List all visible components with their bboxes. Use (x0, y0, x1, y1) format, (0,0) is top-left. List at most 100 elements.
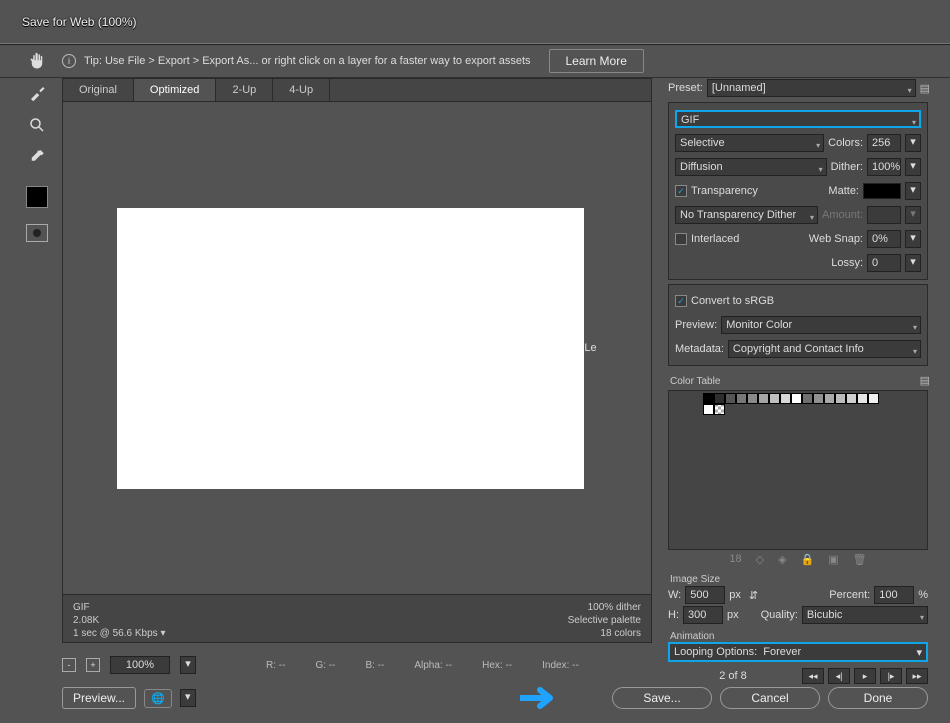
colors-label: Colors: (828, 137, 863, 149)
preset-select[interactable]: [Unnamed]▾ (707, 79, 916, 97)
looping-value: Forever (763, 646, 801, 658)
link-icon[interactable]: ⇵ (749, 589, 758, 602)
color-swatch[interactable] (780, 393, 791, 404)
play-button[interactable]: ▸ (854, 668, 876, 684)
animation-section: Animation Looping Options: Forever ▾ 2 o… (668, 629, 928, 686)
zoom-out-icon[interactable]: - (62, 658, 76, 672)
canvas-wrap[interactable]: Le (62, 102, 652, 595)
info-icon: i (62, 54, 76, 68)
color-swatch[interactable] (758, 393, 769, 404)
color-swatch[interactable] (769, 393, 780, 404)
slice-tool-icon[interactable] (26, 82, 48, 104)
color-table-menu-icon[interactable]: ▤ (920, 374, 928, 387)
color-swatch[interactable] (813, 393, 824, 404)
color-swatch[interactable] (846, 393, 857, 404)
width-input[interactable]: 500 (685, 586, 725, 604)
color-table-section: Color Table▤ 18 ◇ ◈ 🔒 ▣ 🗑 (668, 370, 928, 568)
looping-options-select[interactable]: Looping Options: Forever ▾ (668, 642, 928, 662)
save-button[interactable]: Save... (612, 687, 712, 709)
canvas-content-text: Le (584, 342, 596, 354)
learn-more-button[interactable]: Learn More (549, 49, 644, 73)
percent-unit: % (918, 589, 928, 601)
browser-dropdown[interactable]: ▾ (180, 689, 196, 707)
matte-label: Matte: (828, 185, 859, 197)
last-frame-button[interactable]: ▸▸ (906, 668, 928, 684)
color-swatch[interactable] (857, 393, 868, 404)
trash-icon[interactable]: 🗑 (853, 553, 867, 566)
info-palette: Selective palette (568, 614, 641, 627)
zoom-value[interactable]: 100% (110, 656, 170, 674)
preview-area: Original Optimized 2-Up 4-Up Le GIF 2.08… (62, 78, 652, 643)
quality-select[interactable]: Bicubic▾ (802, 606, 928, 624)
dither-algorithm-select[interactable]: Diffusion▾ (675, 158, 827, 176)
browser-preview-icon[interactable]: 🌐 (144, 689, 172, 708)
file-format-select[interactable]: GIF▾ (675, 110, 921, 128)
zoom-in-icon[interactable]: + (86, 658, 100, 672)
preview-button[interactable]: Preview... (62, 687, 136, 709)
panel-menu-icon[interactable]: ▤ (920, 82, 928, 95)
color-swatch[interactable] (802, 393, 813, 404)
metadata-select[interactable]: Copyright and Contact Info▾ (728, 340, 921, 358)
color-swatch[interactable] (835, 393, 846, 404)
interlaced-checkbox[interactable] (675, 233, 687, 245)
tab-optimized[interactable]: Optimized (134, 79, 217, 101)
lossy-stepper[interactable]: ▾ (905, 254, 921, 272)
zoom-dropdown[interactable]: ▾ (180, 656, 196, 674)
lossy-label: Lossy: (831, 257, 863, 269)
next-frame-button[interactable]: |▸ (880, 668, 902, 684)
dither-input[interactable]: 100% (867, 158, 901, 176)
color-swatch[interactable] (725, 393, 736, 404)
lossy-input[interactable]: 0 (867, 254, 901, 272)
hand-tool-icon[interactable] (26, 50, 48, 72)
slice-visibility-icon[interactable] (26, 224, 48, 242)
eyedropper-tool-icon[interactable] (26, 146, 48, 168)
transparency-dither-select[interactable]: No Transparency Dither▾ (675, 206, 818, 224)
color-table[interactable] (668, 390, 928, 550)
tab-original[interactable]: Original (63, 79, 134, 101)
transparency-checkbox[interactable] (675, 185, 687, 197)
color-swatch[interactable] (824, 393, 835, 404)
first-frame-button[interactable]: ◂◂ (802, 668, 824, 684)
lock-icon[interactable]: 🔒 (801, 553, 815, 566)
amount-input (867, 206, 901, 224)
color-reduction-select[interactable]: Selective▾ (675, 134, 824, 152)
websnap-stepper[interactable]: ▾ (905, 230, 921, 248)
colors-input[interactable]: 256 (867, 134, 901, 152)
color-swatch[interactable] (868, 393, 879, 404)
percent-input[interactable]: 100 (874, 586, 914, 604)
chevron-down-icon[interactable]: ▾ (160, 628, 165, 639)
preview-select[interactable]: Monitor Color▾ (721, 316, 921, 334)
color-swatch[interactable] (747, 393, 758, 404)
websnap-input[interactable]: 0% (867, 230, 901, 248)
color-swatch[interactable] (791, 393, 802, 404)
colors-stepper[interactable]: ▾ (905, 134, 921, 152)
color-table-label: Color Table (668, 374, 722, 387)
animation-label: Animation (668, 629, 928, 642)
settings-panel: Preset: [Unnamed]▾ ▤ GIF▾ Selective▾ Col… (668, 78, 928, 711)
color-swatch[interactable] (736, 393, 747, 404)
zoom-tool-icon[interactable] (26, 114, 48, 136)
color-swatch[interactable] (714, 393, 725, 404)
ct-icon-1[interactable]: ◇ (756, 553, 764, 566)
foreground-color-swatch[interactable] (26, 186, 48, 208)
new-color-icon[interactable]: ▣ (828, 553, 838, 566)
prev-frame-button[interactable]: ◂| (828, 668, 850, 684)
height-input[interactable]: 300 (683, 606, 723, 624)
color-swatch[interactable] (703, 393, 714, 404)
frame-indicator: 2 of 8 (668, 670, 798, 682)
srgb-checkbox[interactable] (675, 295, 687, 307)
tab-2up[interactable]: 2-Up (216, 79, 273, 101)
matte-swatch[interactable] (863, 183, 901, 199)
ct-icon-2[interactable]: ◈ (778, 553, 786, 566)
done-button[interactable]: Done (828, 687, 928, 709)
tab-4up[interactable]: 4-Up (273, 79, 330, 101)
cancel-button[interactable]: Cancel (720, 687, 820, 709)
srgb-label: Convert to sRGB (691, 295, 774, 307)
matte-dropdown[interactable]: ▾ (905, 182, 921, 200)
info-bar: GIF 2.08K 1 sec @ 56.6 Kbps ▾ 100% dithe… (62, 595, 652, 643)
dither-stepper[interactable]: ▾ (905, 158, 921, 176)
px-label-h: px (727, 609, 739, 621)
info-time: 1 sec @ 56.6 Kbps (73, 628, 158, 639)
percent-label: Percent: (829, 589, 870, 601)
tutorial-arrow-icon (520, 687, 560, 709)
